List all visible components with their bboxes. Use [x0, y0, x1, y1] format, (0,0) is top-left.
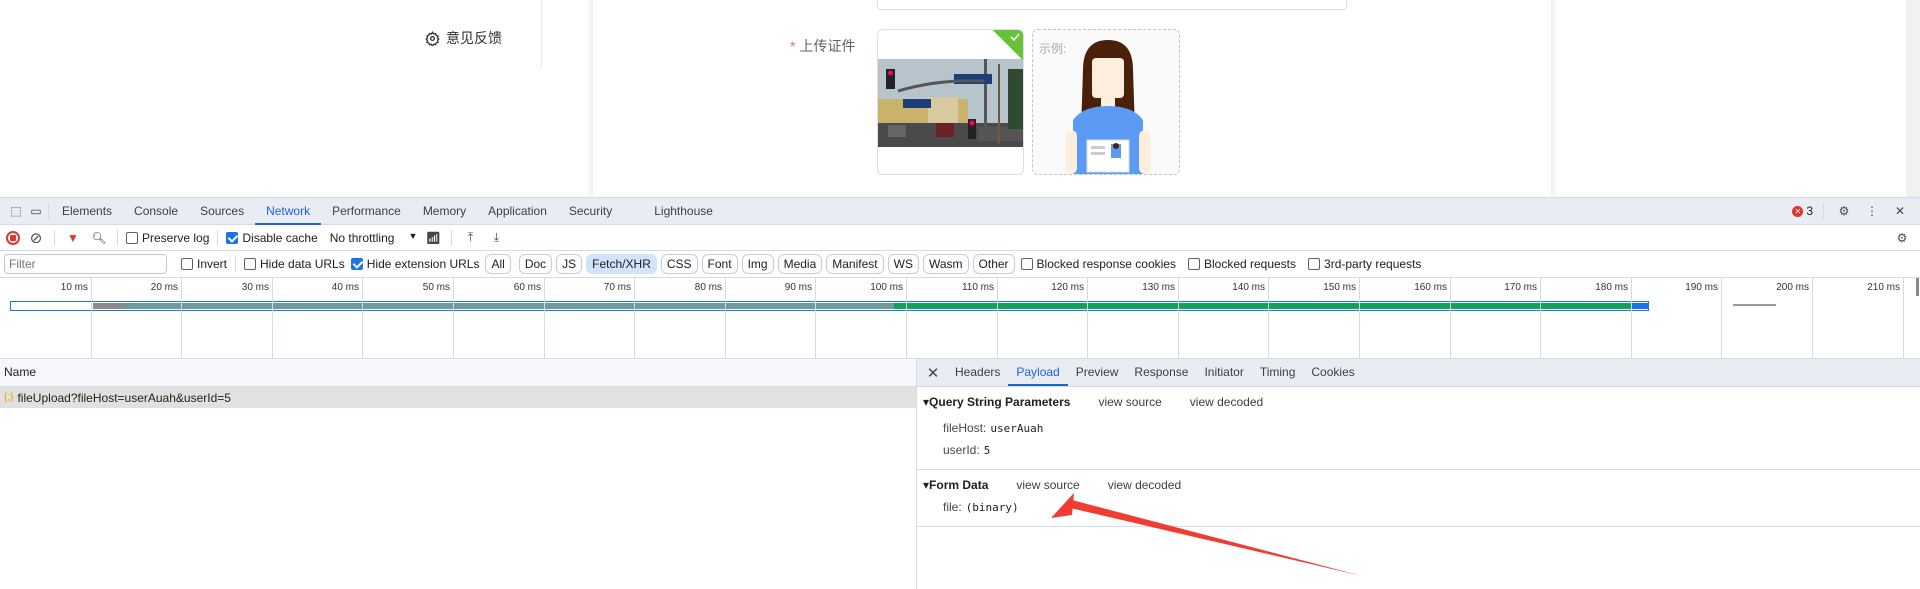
text-input[interactable] — [877, 0, 1347, 10]
example-image: 示例: — [1032, 29, 1180, 175]
check-icon — [1010, 33, 1020, 42]
sidebar-item-feedback[interactable]: 意见反馈 — [425, 28, 502, 48]
sidebar-divider — [541, 0, 542, 67]
sidebar-item-label: 意见反馈 — [446, 30, 502, 46]
upload-label-text: 上传证件 — [799, 38, 856, 54]
upload-label: * 上传证件 — [790, 36, 855, 56]
devtools-panel: ⬚ ▭ Elements Console Sources Network Perform… — [0, 197, 1920, 589]
gear-icon — [425, 30, 440, 46]
page-scrollbar[interactable] — [1906, 0, 1920, 197]
annotation-arrow — [1051, 493, 1362, 576]
required-mark: * — [790, 38, 796, 54]
uploaded-image[interactable] — [877, 29, 1024, 175]
example-person-illustration — [1065, 40, 1151, 174]
uploaded-photo — [878, 59, 1023, 147]
web-app: 意见反馈 * 上传证件 示例: — [0, 0, 1920, 197]
